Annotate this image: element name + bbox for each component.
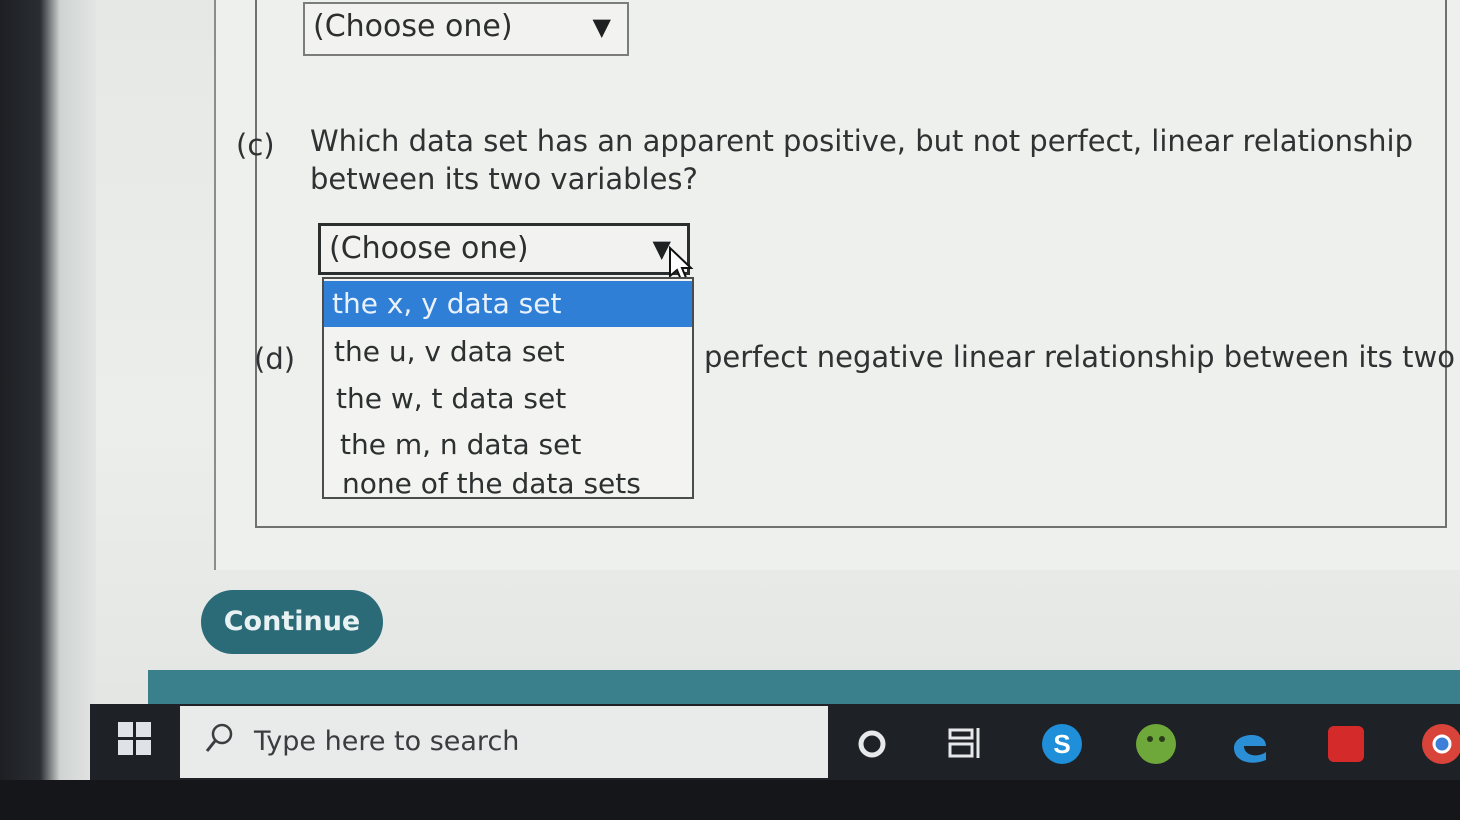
svg-text:S: S bbox=[1053, 729, 1070, 759]
part-c-select[interactable]: (Choose one) ▼ bbox=[318, 223, 690, 275]
dropdown-option-none[interactable]: none of the data sets bbox=[324, 461, 692, 507]
edge-icon[interactable] bbox=[1228, 722, 1272, 766]
triangle-down-icon: ▼ bbox=[592, 13, 611, 41]
part-c-dropdown-list: the x, y data set the u, v data set the … bbox=[322, 277, 694, 500]
continue-button[interactable]: Continue bbox=[201, 590, 383, 654]
dropdown-option-uv[interactable]: the u, v data set bbox=[324, 329, 692, 375]
part-c-select-value: (Choose one) bbox=[329, 231, 529, 266]
monitor-bezel bbox=[0, 780, 1460, 820]
part-c-question: Which data set has an apparent positive,… bbox=[310, 124, 1413, 196]
red-app-icon[interactable] bbox=[1324, 722, 1368, 766]
part-d-question: perfect negative linear relationship bet… bbox=[704, 340, 1455, 374]
part-d-label: (d) bbox=[254, 342, 296, 376]
search-icon bbox=[205, 723, 233, 752]
top-choose-select[interactable]: (Choose one) ▼ bbox=[303, 2, 629, 56]
cortana-icon[interactable] bbox=[852, 722, 896, 766]
android-app-icon[interactable] bbox=[1134, 722, 1178, 766]
top-choose-select-value: (Choose one) bbox=[313, 9, 513, 44]
page-footer-bar bbox=[148, 670, 1460, 704]
part-c-label: (c) bbox=[236, 128, 275, 162]
dropdown-option-wt[interactable]: the w, t data set bbox=[324, 376, 692, 422]
dropdown-option-xy[interactable]: the x, y data set bbox=[324, 281, 692, 327]
task-view-icon[interactable] bbox=[944, 722, 988, 766]
taskbar-search-input[interactable]: Type here to search bbox=[180, 706, 828, 778]
skype-icon[interactable]: S bbox=[1040, 722, 1084, 766]
chrome-icon[interactable] bbox=[1420, 722, 1460, 766]
windows-start-icon[interactable] bbox=[118, 722, 152, 756]
